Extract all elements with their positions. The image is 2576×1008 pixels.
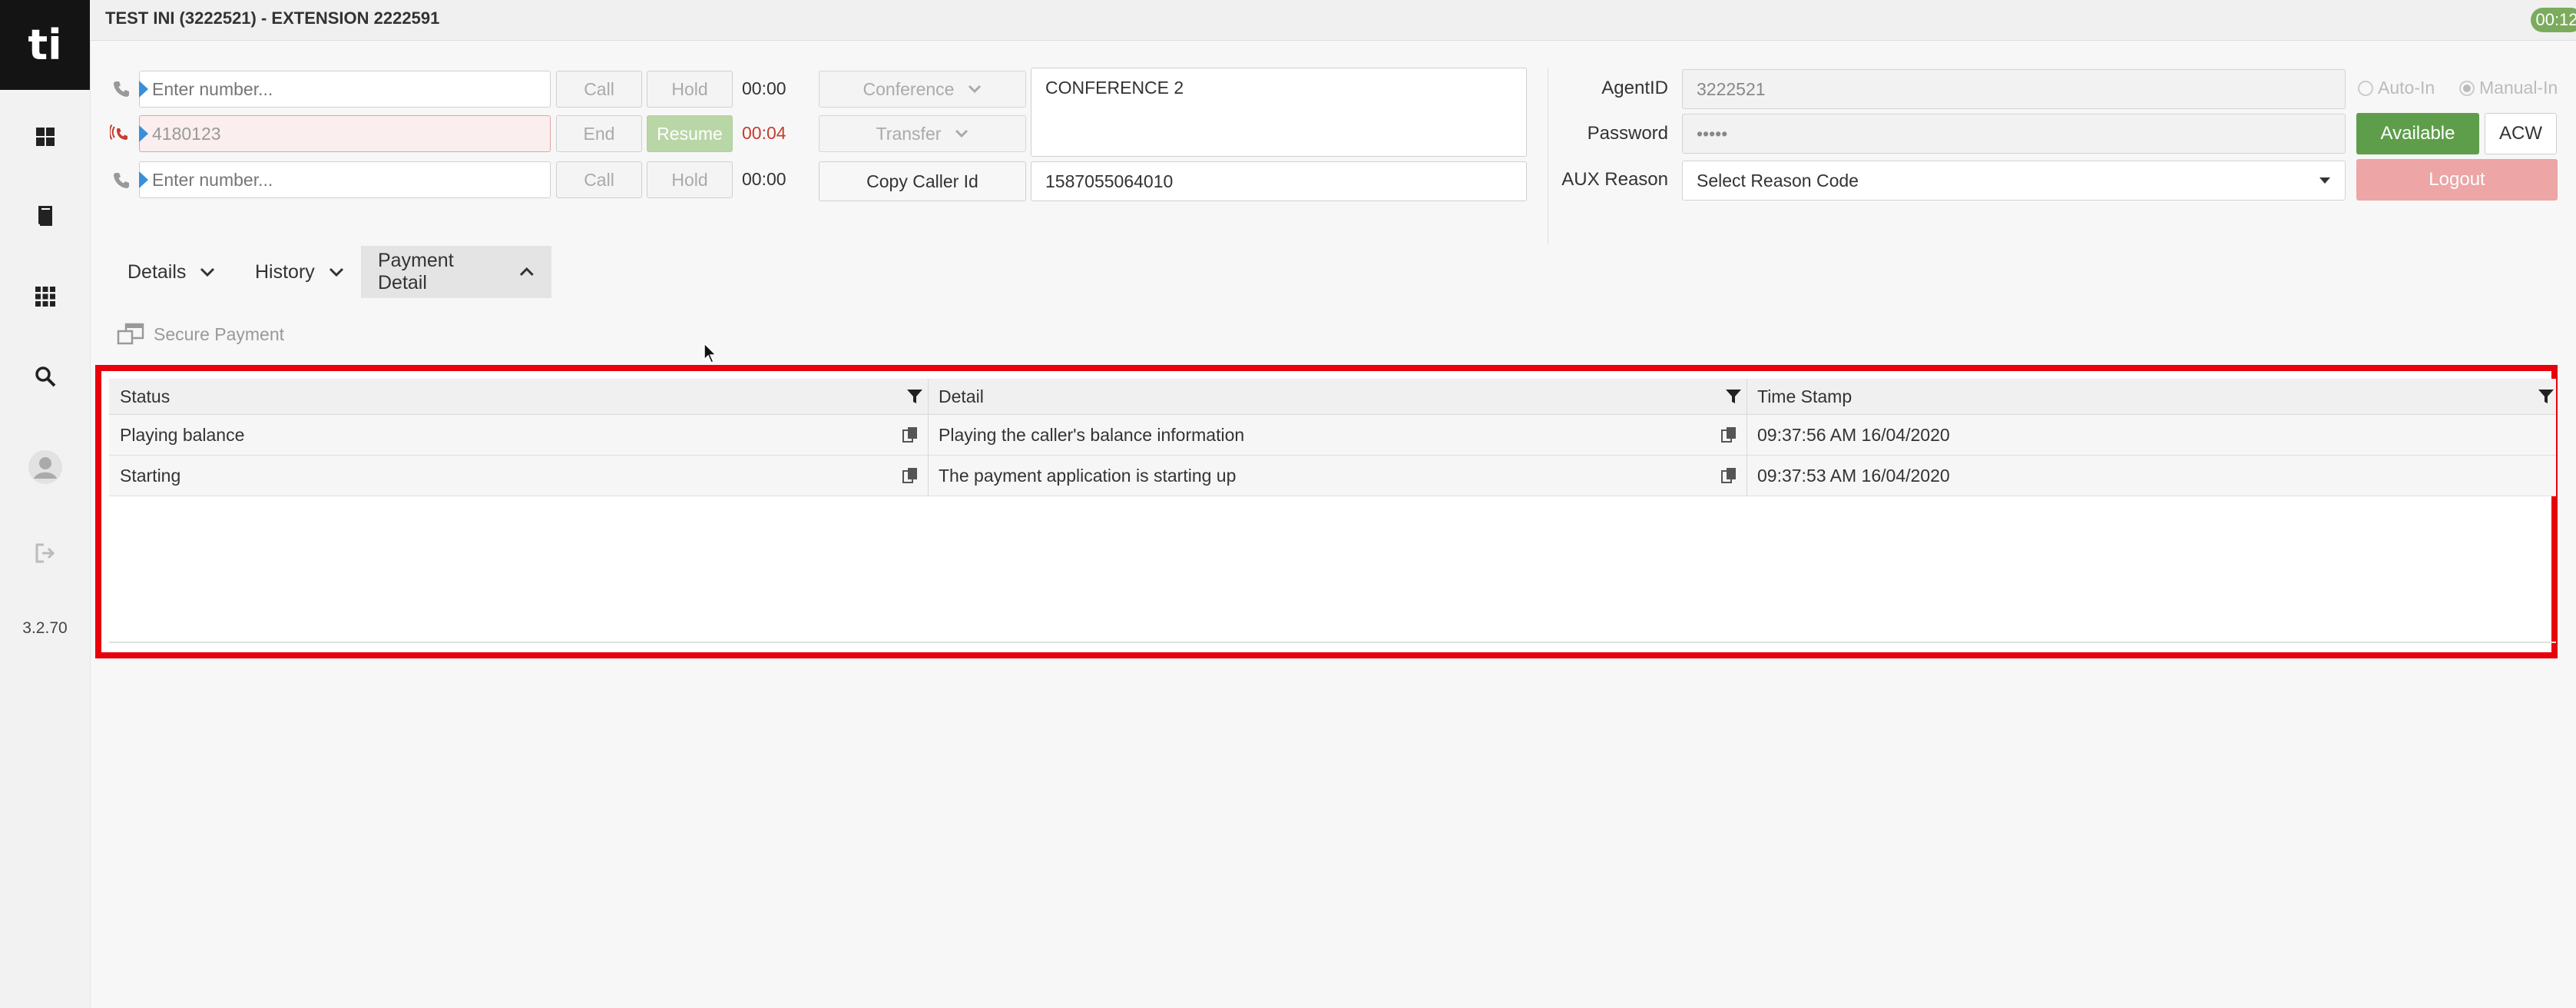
cell-detail: Playing the caller's balance information — [939, 424, 1245, 445]
secure-payment-button[interactable]: Secure Payment — [117, 323, 284, 346]
filter-icon[interactable] — [1725, 388, 1742, 405]
line-2-resume-button[interactable]: Resume — [647, 115, 733, 152]
sign-out-icon[interactable] — [0, 530, 90, 576]
manual-in-label: Manual-In — [2479, 78, 2558, 98]
line-2-number-input[interactable] — [139, 115, 551, 152]
session-timer-badge: 00:12 — [2531, 8, 2576, 32]
caller-id-field[interactable]: 1587055064010 — [1031, 161, 1527, 201]
column-header-detail: Detail — [939, 386, 984, 406]
line-3-number-input[interactable] — [139, 161, 551, 198]
acw-button[interactable]: ACW — [2485, 113, 2557, 154]
tab-details[interactable]: Details — [111, 246, 232, 298]
auto-in-radio[interactable]: Auto-In — [2358, 78, 2435, 98]
cell-time-stamp: 09:37:53 AM 16/04/2020 — [1757, 465, 1950, 486]
title-bar: TEST INI (3222521) - EXTENSION 2222591 0… — [90, 0, 2576, 41]
chevron-down-icon — [200, 267, 215, 277]
filter-icon[interactable] — [2538, 388, 2554, 405]
dashboard-icon[interactable] — [0, 114, 90, 160]
logout-button[interactable]: Logout — [2356, 159, 2558, 201]
radio-selected-icon — [2459, 80, 2475, 96]
line-1-hold-button[interactable]: Hold — [647, 71, 733, 108]
table-row[interactable]: Starting The payment application is star… — [109, 456, 2556, 496]
copy-icon[interactable] — [1720, 467, 1737, 484]
radio-circle-icon — [2358, 80, 2373, 96]
cell-status: Playing balance — [120, 424, 245, 445]
tab-details-label: Details — [127, 260, 187, 283]
line-1-timer: 00:00 — [742, 78, 786, 98]
cell-detail: The payment application is starting up — [939, 465, 1237, 486]
app-version: 3.2.70 — [22, 619, 68, 637]
avatar-icon[interactable] — [0, 444, 90, 490]
line-3-hold-button[interactable]: Hold — [647, 161, 733, 198]
transfer-dropdown[interactable]: Transfer — [819, 115, 1026, 152]
secure-window-icon — [117, 323, 144, 345]
app-logo[interactable]: ti — [0, 0, 90, 90]
chevron-up-icon — [520, 267, 535, 276]
secure-payment-label: Secure Payment — [154, 323, 285, 344]
conference-label: Conference — [863, 78, 955, 99]
book-icon[interactable] — [0, 193, 90, 239]
phone-ringing-icon — [108, 121, 134, 147]
column-header-time-stamp: Time Stamp — [1757, 386, 1853, 406]
column-header-status: Status — [120, 386, 171, 406]
caret-down-icon — [2319, 177, 2330, 184]
tab-payment-detail[interactable]: Payment Detail — [361, 246, 551, 298]
line-3-indicator — [139, 171, 148, 188]
auto-in-label: Auto-In — [2378, 78, 2435, 98]
manual-in-radio[interactable]: Manual-In — [2459, 78, 2558, 98]
copy-icon[interactable] — [1720, 426, 1737, 443]
chevron-down-icon — [968, 85, 982, 94]
available-button[interactable]: Available — [2356, 113, 2479, 154]
password-field[interactable]: ••••• — [1682, 114, 2346, 154]
tab-history-label: History — [255, 260, 315, 283]
aux-reason-select[interactable]: Select Reason Code — [1682, 161, 2346, 201]
agentid-label: AgentID — [1601, 78, 1668, 98]
table-row[interactable]: Playing balance Playing the caller's bal… — [109, 415, 2556, 456]
tab-payment-detail-label: Payment Detail — [378, 250, 454, 293]
table-footer — [109, 642, 2556, 643]
line-2-timer: 00:04 — [742, 123, 786, 143]
sidebar: ti 3.2.70 — [0, 0, 91, 1008]
password-label: Password — [1587, 123, 1668, 144]
cell-status: Starting — [120, 465, 181, 486]
apps-icon[interactable] — [0, 274, 90, 320]
agent-title: TEST INI (3222521) - EXTENSION 2222591 — [105, 8, 440, 28]
phone-icon — [108, 76, 134, 102]
copy-icon[interactable] — [902, 467, 919, 484]
line-3-call-button[interactable]: Call — [556, 161, 642, 198]
search-icon[interactable] — [0, 353, 90, 400]
phone-icon — [108, 167, 134, 194]
copy-caller-id-button[interactable]: Copy Caller Id — [819, 161, 1026, 201]
copy-icon[interactable] — [902, 426, 919, 443]
line-1-call-button[interactable]: Call — [556, 71, 642, 108]
line-1-number-input[interactable] — [139, 71, 551, 108]
filter-icon[interactable] — [906, 388, 923, 405]
cell-time-stamp: 09:37:56 AM 16/04/2020 — [1757, 424, 1950, 445]
table-header: Status Detail Time Stamp — [109, 379, 2556, 415]
line-2-end-button[interactable]: End — [556, 115, 642, 152]
transfer-label: Transfer — [876, 123, 942, 144]
mouse-cursor-icon — [704, 343, 717, 363]
aux-reason-value: Select Reason Code — [1697, 170, 1859, 191]
tab-history[interactable]: History — [238, 246, 361, 298]
agentid-field[interactable]: 3222521 — [1682, 69, 2346, 109]
line-2-indicator — [139, 125, 148, 142]
payment-detail-table: Status Detail Time Stamp Playing balance… — [95, 365, 2558, 658]
conference-dropdown[interactable]: Conference — [819, 71, 1026, 108]
logo-text: ti — [28, 21, 62, 69]
line-1-indicator — [139, 81, 148, 98]
chevron-down-icon — [329, 267, 343, 277]
line-3-timer: 00:00 — [742, 169, 786, 189]
chevron-down-icon — [955, 129, 968, 138]
conference-notes-field[interactable]: CONFERENCE 2 — [1031, 68, 1527, 157]
aux-reason-label: AUX Reason — [1561, 169, 1668, 190]
